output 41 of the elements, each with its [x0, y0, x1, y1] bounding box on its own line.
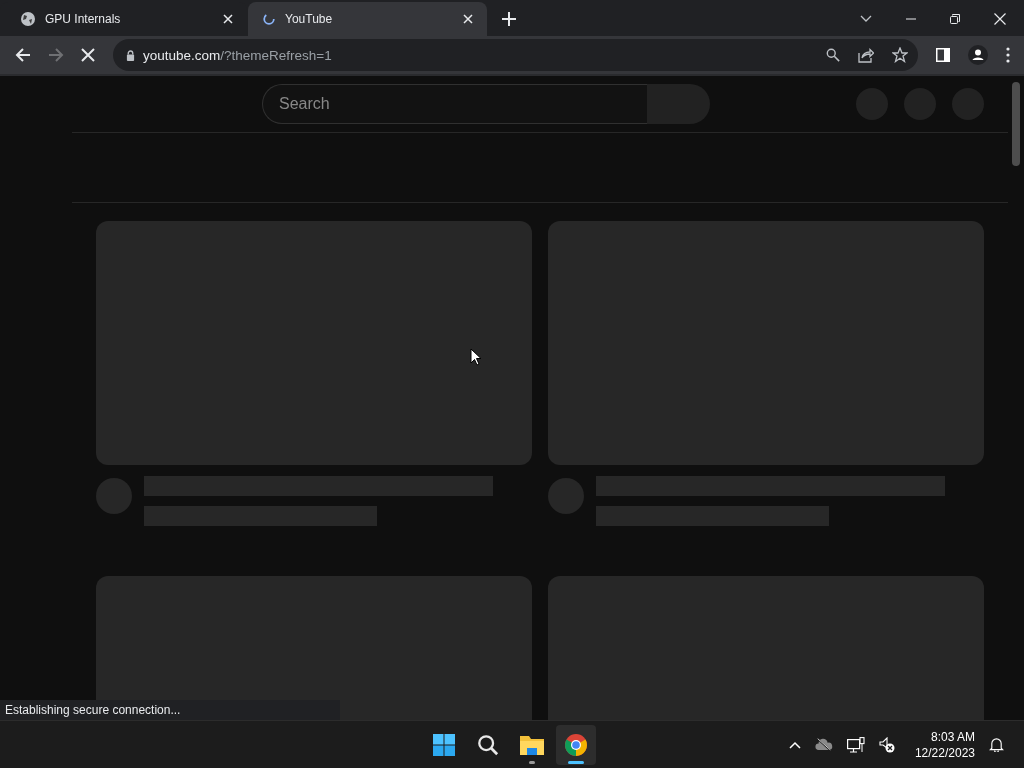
new-tab-icon[interactable] [502, 12, 516, 26]
cursor-icon [470, 348, 482, 366]
globe-icon [20, 11, 36, 27]
clock-date[interactable]: 12/22/2023 [914, 745, 975, 760]
search-icon [477, 733, 499, 756]
stop-icon[interactable] [81, 48, 95, 62]
share-icon[interactable] [858, 47, 874, 63]
cloud-off-icon[interactable] [814, 738, 833, 751]
browser-tab[interactable]: YouTube [248, 2, 487, 36]
browser-button[interactable] [556, 724, 596, 765]
menu-icon[interactable] [1006, 47, 1010, 63]
restore-icon[interactable] [950, 14, 960, 24]
tab-title: GPU Internals [45, 12, 122, 26]
url-text: youtube.com/?themeRefresh=1 [143, 47, 332, 63]
back-icon[interactable] [15, 47, 31, 63]
caret-icon[interactable] [788, 740, 801, 749]
avatar-placeholder [96, 478, 132, 514]
close-icon[interactable] [223, 14, 233, 24]
bell-icon[interactable] [989, 737, 1004, 752]
search-icon[interactable] [826, 48, 840, 62]
tab-title: YouTube [285, 12, 334, 26]
windows-logo-icon [432, 732, 456, 757]
status-bubble: Establishing secure connection... [0, 700, 340, 720]
clock-time[interactable]: 8:03 AM [930, 729, 975, 744]
close-icon[interactable] [994, 13, 1006, 25]
side-panel-icon[interactable] [936, 48, 950, 62]
network-icon[interactable] [846, 736, 865, 753]
browser-logo-icon [564, 732, 588, 757]
lock-icon [126, 49, 135, 61]
star-icon[interactable] [892, 47, 908, 63]
folder-icon [519, 733, 545, 756]
search-field[interactable]: Search [262, 84, 647, 124]
profile-icon[interactable] [968, 45, 988, 65]
loading-icon [262, 12, 276, 26]
speaker-muted-icon[interactable] [878, 736, 895, 753]
forward-icon[interactable] [48, 47, 64, 63]
avatar-placeholder [548, 478, 584, 514]
scrollbar-thumb[interactable] [1012, 82, 1020, 166]
address-bar[interactable]: youtube.com/?themeRefresh=1 [113, 39, 918, 71]
dropdown-icon[interactable] [860, 15, 872, 23]
close-icon[interactable] [463, 14, 473, 24]
